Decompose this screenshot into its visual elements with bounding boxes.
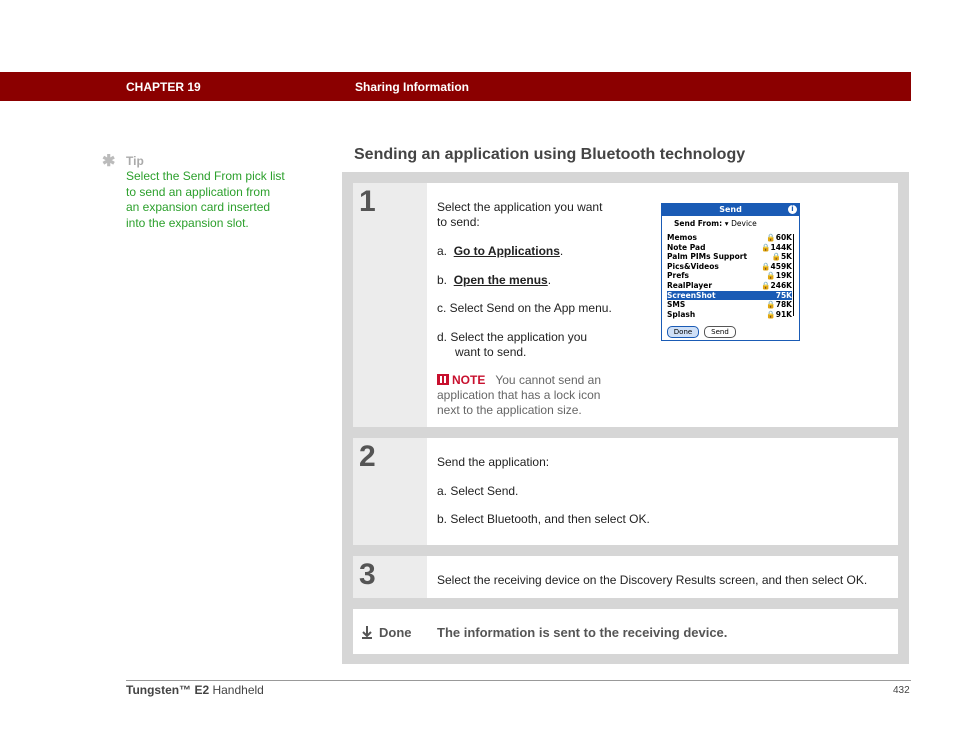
tip-text: Select the Send From pick list to send a… [126, 169, 285, 230]
app-name: Splash [667, 309, 696, 319]
substep-b: b. Select Bluetooth, and then select OK. [437, 512, 650, 526]
app-size: 🔒459K [761, 261, 792, 271]
step-number: 2 [359, 440, 376, 473]
note-icon [437, 374, 449, 385]
note: NOTE You cannot send an [437, 373, 601, 388]
app-row: SMS 🔒78K [667, 300, 792, 310]
app-name: Palm PIMs Support [667, 252, 748, 262]
step-1: 1 Select the application you want to sen… [353, 183, 898, 427]
dropdown-arrow-icon: ▾ [724, 219, 729, 228]
substep-prefix: a. [437, 244, 448, 258]
app-size: 🔒144K [761, 242, 792, 252]
note-text: application that has a lock icon [437, 388, 601, 402]
tip-label: Tip [126, 154, 144, 168]
done-row: Done The information is sent to the rece… [353, 609, 898, 654]
step-number-column: 2 [353, 438, 427, 545]
send-dialog-screenshot: Send i Send From: ▾ Device Memos 🔒60K Not… [661, 203, 800, 341]
app-row: Palm PIMs Support 🔒5K [667, 252, 792, 262]
footer-product: Tungsten™ E2 Handheld [126, 683, 264, 697]
app-name: Memos [667, 233, 697, 242]
app-row: Memos 🔒60K [667, 233, 792, 243]
app-size: 🔒60K [766, 233, 792, 242]
step-number-column: 1 [353, 183, 427, 427]
step-number: 3 [359, 558, 376, 591]
go-to-applications-link[interactable]: Go to Applications [454, 244, 560, 258]
substep-prefix: b. [437, 273, 448, 287]
app-row: Note Pad 🔒144K [667, 243, 792, 253]
send-from-picker: Send From: ▾ Device [674, 219, 757, 228]
app-list: Memos 🔒60K Note Pad 🔒144K Palm PIMs Suppor… [667, 233, 792, 319]
done-text: The information is sent to the receiving… [437, 625, 728, 640]
step-text: Select the receiving device on the Disco… [437, 573, 868, 587]
app-name: Note Pad [667, 242, 706, 252]
step-text: to send: [437, 215, 480, 229]
step-2: 2 Send the application: a. Select Send. … [353, 438, 898, 545]
substep-suffix: . [547, 273, 552, 287]
app-row-selected: ScreenShot 75K [667, 290, 792, 301]
send-from-value: Device [731, 219, 757, 228]
section-title: Sharing Information [355, 80, 469, 94]
product-name: Tungsten™ E2 [126, 683, 210, 697]
page-number: 432 [893, 685, 910, 696]
dialog-titlebar: Send i [662, 204, 799, 216]
note-text: next to the application size. [437, 403, 582, 417]
substep-d-cont: want to send. [455, 345, 527, 359]
chapter-label: CHAPTER 19 [126, 80, 201, 94]
done-label: Done [379, 625, 412, 640]
app-row: Pics&Videos 🔒459K [667, 262, 792, 272]
app-size: 🔒19K [766, 271, 792, 281]
dialog-title: Send [719, 205, 742, 214]
note-text: You cannot send an [495, 373, 602, 387]
footer-divider [126, 680, 911, 681]
app-name: Prefs [667, 271, 690, 281]
app-row: RealPlayer 🔒246K [667, 281, 792, 291]
page-title: Sending an application using Bluetooth t… [354, 146, 746, 163]
substep-b: b. Open the menus. [437, 273, 551, 288]
app-name: RealPlayer [667, 280, 713, 290]
app-size: 🔒91K [766, 309, 792, 319]
substep-a: a. Select Send. [437, 484, 519, 498]
product-suffix: Handheld [212, 683, 264, 697]
app-name: ScreenShot [667, 290, 716, 300]
substep-c: c. Select Send on the App menu. [437, 301, 612, 315]
substep-a: a. Go to Applications. [437, 244, 563, 259]
substep-suffix: . [559, 244, 564, 258]
note-label: NOTE [452, 373, 486, 387]
app-size: 🔒78K [766, 300, 792, 310]
app-size: 75K [775, 290, 792, 300]
asterisk-icon: ✱ [102, 153, 116, 170]
dialog-done-button: Done [667, 326, 699, 338]
substep-d: d. Select the application you [437, 330, 588, 344]
app-name: SMS [667, 300, 686, 310]
step-number: 1 [359, 185, 376, 218]
scrollbar [793, 234, 797, 316]
app-row: Prefs 🔒19K [667, 271, 792, 281]
step-text: Send the application: [437, 455, 550, 469]
down-arrow-icon [362, 626, 372, 639]
chapter-header-bar: CHAPTER 19 Sharing Information [0, 72, 911, 101]
send-from-label: Send From: [674, 219, 723, 228]
app-size: 🔒5K [771, 252, 792, 262]
open-the-menus-link[interactable]: Open the menus [454, 273, 548, 287]
app-size: 🔒246K [761, 280, 792, 290]
app-name: Pics&Videos [667, 261, 719, 271]
dialog-send-button: Send [704, 326, 736, 338]
step-3: 3 Select the receiving device on the Dis… [353, 556, 898, 598]
app-row: Splash 🔒91K [667, 310, 792, 320]
step-number-column: 3 [353, 556, 427, 598]
info-icon: i [788, 205, 797, 214]
step-text: Select the application you want [437, 200, 603, 214]
